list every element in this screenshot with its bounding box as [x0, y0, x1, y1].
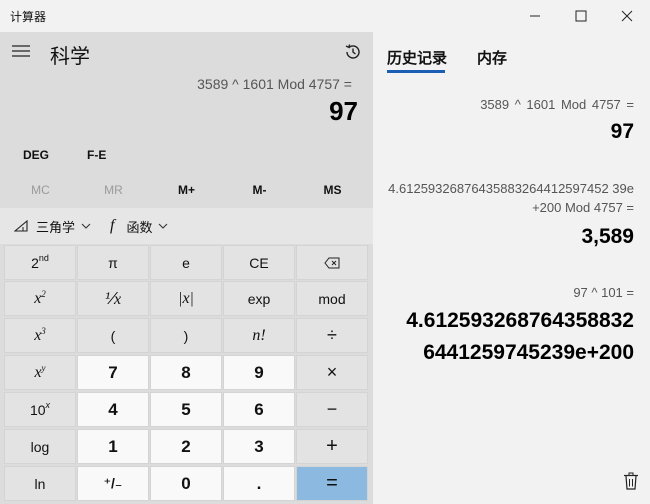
function-row: 三角学 f 函数: [0, 208, 373, 244]
history-expression: 4.61259326876435883264412597452 39e: [388, 181, 634, 196]
trigonometry-label: 三角学: [36, 219, 76, 235]
maximize-icon: [575, 10, 587, 22]
function-f-icon: f: [110, 217, 115, 234]
title-bar: 计算器: [0, 0, 650, 32]
minimize-icon: [530, 15, 540, 17]
history-icon[interactable]: [343, 42, 363, 62]
memory-subtract-button[interactable]: M-: [223, 172, 296, 208]
digit-4-key[interactable]: 4: [77, 392, 149, 427]
digit-6-key[interactable]: 6: [223, 392, 295, 427]
euler-key[interactable]: e: [150, 245, 222, 280]
history-result: 97: [610, 120, 634, 143]
memory-clear-button[interactable]: MC: [4, 172, 77, 208]
history-result: 4.612593268764358832: [406, 309, 634, 332]
cube-key[interactable]: x3: [4, 318, 76, 353]
ten-power-key[interactable]: 10 x: [4, 392, 76, 427]
chevron-down-icon: [159, 223, 168, 229]
result-display: 97: [329, 96, 358, 126]
exp-key[interactable]: exp: [223, 281, 295, 316]
triangle-ruler-icon: [14, 220, 28, 232]
digit-9-key[interactable]: 9: [223, 355, 295, 390]
notation-button[interactable]: F-E: [87, 148, 106, 162]
digit-8-key[interactable]: 8: [150, 355, 222, 390]
ln-key[interactable]: ln: [4, 466, 76, 501]
pi-key[interactable]: π: [77, 245, 149, 280]
square-key[interactable]: x2: [4, 281, 76, 316]
trash-icon[interactable]: [623, 472, 639, 490]
backspace-icon: [324, 257, 340, 268]
chevron-down-icon: [81, 223, 91, 229]
memory-add-button[interactable]: M+: [150, 172, 223, 208]
expression-display: 3589 ^ 1601 Mod 4757 =: [197, 76, 352, 92]
mode-title: 科学: [50, 46, 90, 68]
calculator-panel: 科学 3589 ^ 1601 Mod 4757 = 97 DEG F-E MC …: [0, 32, 373, 504]
digit-2-key[interactable]: 2: [150, 429, 222, 464]
backspace-key[interactable]: [296, 245, 368, 280]
factorial-key[interactable]: n!: [223, 318, 295, 353]
add-key[interactable]: +: [296, 429, 368, 464]
digit-7-key[interactable]: 7: [77, 355, 149, 390]
angle-row: DEG F-E: [0, 142, 373, 170]
power-key[interactable]: xy: [4, 355, 76, 390]
digit-5-key[interactable]: 5: [150, 392, 222, 427]
history-panel: 历史记录 内存 3589 ^ 1601 Mod 4757 = 97 4.6125…: [373, 32, 650, 504]
second-function-key[interactable]: 2nd: [4, 245, 76, 280]
window-title: 计算器: [10, 10, 47, 24]
close-icon: [621, 10, 633, 22]
digit-3-key[interactable]: 3: [223, 429, 295, 464]
memory-row: MC MR M+ M- MS: [0, 172, 373, 208]
multiply-key[interactable]: ×: [296, 355, 368, 390]
tab-history[interactable]: 历史记录: [387, 47, 447, 68]
maximize-button[interactable]: [558, 0, 604, 32]
negate-key[interactable]: ⁺/₋: [77, 466, 149, 501]
open-paren-key[interactable]: (: [77, 318, 149, 353]
close-button[interactable]: [604, 0, 650, 32]
memory-recall-button[interactable]: MR: [77, 172, 150, 208]
absolute-key[interactable]: |x|: [150, 281, 222, 316]
history-expression: +200 Mod 4757 =: [532, 200, 634, 215]
tab-memory[interactable]: 内存: [477, 47, 507, 68]
history-result: 6441259745239e+200: [423, 341, 634, 364]
decimal-key[interactable]: .: [223, 466, 295, 501]
keypad: 2nd π e CE x2 ⅟x |x| exp mod x3 ( ) n! ÷…: [4, 245, 369, 501]
divide-key[interactable]: ÷: [296, 318, 368, 353]
log-key[interactable]: log: [4, 429, 76, 464]
mod-key[interactable]: mod: [296, 281, 368, 316]
reciprocal-key[interactable]: ⅟x: [77, 281, 149, 316]
clear-entry-key[interactable]: CE: [223, 245, 295, 280]
trigonometry-dropdown[interactable]: 三角学: [14, 208, 91, 244]
history-expression: 3589 ^ 1601 Mod 4757 =: [480, 97, 634, 112]
digit-0-key[interactable]: 0: [150, 466, 222, 501]
minimize-button[interactable]: [512, 0, 558, 32]
function-label: 函数: [126, 219, 153, 235]
close-paren-key[interactable]: ): [150, 318, 222, 353]
subtract-key[interactable]: −: [296, 392, 368, 427]
history-expression: 97 ^ 101 =: [573, 285, 634, 300]
active-tab-indicator: [387, 70, 445, 73]
equals-key[interactable]: =: [296, 466, 368, 501]
history-result: 3,589: [581, 225, 634, 248]
function-dropdown[interactable]: f 函数: [110, 208, 168, 244]
memory-store-button[interactable]: MS: [296, 172, 369, 208]
digit-1-key[interactable]: 1: [77, 429, 149, 464]
angle-mode-button[interactable]: DEG: [23, 148, 49, 162]
hamburger-menu-icon[interactable]: [12, 44, 30, 58]
